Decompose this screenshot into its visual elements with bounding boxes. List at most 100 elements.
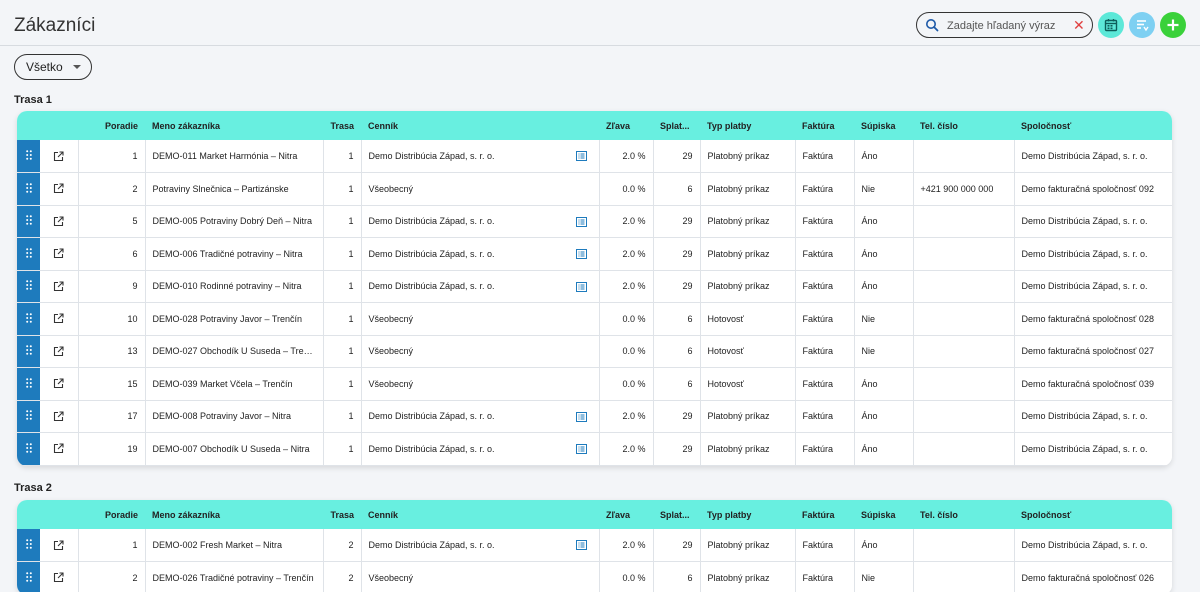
pricelist-detail-icon[interactable] — [575, 216, 587, 227]
column-header-typ-platby[interactable]: Typ platby — [700, 500, 795, 529]
pricelist-detail-icon[interactable] — [575, 411, 587, 422]
column-header-zlava[interactable]: Zľava — [599, 500, 653, 529]
drag-handle[interactable] — [17, 270, 40, 303]
table-row[interactable]: 6 DEMO-006 Tradičné potraviny – Nitra 1 Dem… — [17, 237, 1172, 271]
open-detail-button[interactable] — [40, 335, 79, 368]
open-detail-button[interactable] — [40, 367, 79, 401]
pricelist-detail-icon[interactable] — [575, 249, 587, 259]
table-row[interactable]: 5 DEMO-005 Potraviny Dobrý Deň – Nitra 1 De… — [17, 205, 1172, 238]
cell-supiska: Áno — [854, 237, 914, 271]
cell-cennik: Všeobecný — [361, 561, 600, 592]
open-external-icon — [54, 411, 64, 421]
cell-spolocnost: Demo fakturačná spoločnosť 092 — [1014, 172, 1172, 206]
cell-meno-zakaznika-text: DEMO-027 Obchodík U Suseda – Trenčín — [152, 346, 321, 357]
drag-handle[interactable] — [17, 140, 40, 173]
drag-handle[interactable] — [17, 561, 40, 592]
open-detail-button[interactable] — [40, 400, 79, 433]
open-detail-button[interactable] — [40, 172, 79, 206]
pricelist-detail-icon[interactable] — [575, 151, 587, 161]
open-detail-button[interactable] — [40, 140, 79, 173]
sort-filter-button[interactable] — [1129, 12, 1155, 38]
open-detail-button[interactable] — [40, 529, 79, 562]
drag-handle[interactable] — [17, 172, 40, 206]
column-header-supiska[interactable]: Súpiska — [854, 500, 913, 529]
table-row[interactable]: 19 DEMO-007 Obchodík U Suseda – Nitra 1 Dem… — [17, 432, 1172, 466]
table-row[interactable]: 1 DEMO-002 Fresh Market – Nitra 2 Demo Dist… — [17, 529, 1172, 562]
cell-meno-zakaznika-text: DEMO-039 Market Včela – Trenčín — [152, 378, 293, 389]
column-header-supiska[interactable]: Súpiska — [854, 111, 913, 140]
cell-poradie-text: 5 — [132, 216, 138, 227]
open-detail-button[interactable] — [40, 205, 79, 238]
column-header-faktura[interactable]: Faktúra — [795, 111, 854, 140]
open-detail-button[interactable] — [40, 561, 79, 592]
cell-meno-zakaznika: DEMO-010 Rodinné potraviny – Nitra — [145, 270, 324, 303]
table-row[interactable]: 9 DEMO-010 Rodinné potraviny – Nitra 1 Demo… — [17, 270, 1172, 303]
cell-tel-cislo — [913, 529, 1015, 562]
table-row[interactable]: 10 DEMO-028 Potraviny Javor – Trenčín 1 Vše… — [17, 302, 1172, 336]
cell-faktura-text: Faktúra — [802, 443, 834, 454]
search-input[interactable] — [947, 17, 1065, 34]
table-row[interactable]: 13 DEMO-027 Obchodík U Suseda – Trenčín 1 V… — [17, 335, 1172, 368]
table-row[interactable]: 2 DEMO-026 Tradičné potraviny – Trenčín 2 V… — [17, 561, 1172, 592]
cell-supiska-text: Nie — [861, 572, 876, 583]
cell-zlava-text: 2.0 % — [622, 216, 646, 227]
column-header-spolocnost[interactable]: Spoločnosť — [1014, 500, 1172, 529]
open-external-icon — [54, 313, 64, 324]
column-header-poradie[interactable]: Poradie — [78, 500, 145, 529]
drag-handle[interactable] — [17, 237, 40, 271]
column-header-cennik[interactable]: Cenník — [361, 500, 599, 529]
column-header-poradie[interactable]: Poradie — [78, 111, 145, 140]
cell-spolocnost-text: Demo fakturačná spoločnosť 028 — [1021, 313, 1154, 324]
cell-spolocnost-text: Demo Distribúcia Západ, s. r. o. — [1021, 248, 1148, 259]
column-header-faktura[interactable]: Faktúra — [795, 500, 854, 529]
open-external-icon — [54, 216, 64, 226]
drag-handle[interactable] — [17, 432, 40, 466]
cell-typ-platby-text: Platobný príkaz — [707, 572, 770, 583]
cell-faktura-text: Faktúra — [802, 313, 834, 324]
open-detail-button[interactable] — [40, 237, 79, 271]
drag-handle[interactable] — [17, 335, 40, 368]
clear-icon[interactable]: ✕ — [1073, 17, 1085, 33]
column-header-tel-cislo[interactable]: Tel. číslo — [913, 500, 1014, 529]
cell-meno-zakaznika-text: DEMO-010 Rodinné potraviny – Nitra — [152, 281, 302, 292]
column-header-trasa[interactable]: Trasa — [323, 111, 361, 140]
open-detail-button[interactable] — [40, 302, 79, 336]
cell-meno-zakaznika: Potraviny Slnečnica – Partizánske — [145, 172, 324, 206]
cell-poradie: 6 — [78, 237, 146, 271]
column-header-typ-platby[interactable]: Typ platby — [700, 111, 795, 140]
column-header-zlava[interactable]: Zľava — [599, 111, 653, 140]
add-button[interactable] — [1160, 12, 1186, 38]
cell-spolocnost: Demo fakturačná spoločnosť 026 — [1014, 561, 1172, 592]
drag-handle[interactable] — [17, 400, 40, 433]
open-detail-button[interactable] — [40, 270, 79, 303]
drag-handle[interactable] — [17, 529, 40, 562]
cell-spolocnost: Demo Distribúcia Západ, s. r. o. — [1014, 270, 1172, 303]
cell-typ-platby-text: Platobný príkaz — [707, 183, 770, 194]
cell-zlava-text: 0.0 % — [622, 183, 646, 194]
column-header-splatnost[interactable]: Splat... — [653, 500, 700, 529]
pricelist-detail-icon[interactable] — [575, 540, 587, 550]
column-header-tel-cislo[interactable]: Tel. číslo — [913, 111, 1014, 140]
page-header: Zákazníci ✕ — [0, 0, 1200, 46]
calendar-button[interactable] — [1098, 12, 1124, 38]
pricelist-detail-icon[interactable] — [575, 281, 587, 292]
column-header-spolocnost[interactable]: Spoločnosť — [1014, 111, 1172, 140]
drag-handle[interactable] — [17, 205, 40, 238]
filter-select[interactable]: Všetko — [14, 54, 92, 80]
column-header-meno[interactable]: Meno zákazníka — [145, 500, 323, 529]
drag-handle[interactable] — [17, 367, 40, 401]
table-row[interactable]: 17 DEMO-008 Potraviny Javor – Nitra 1 Demo … — [17, 400, 1172, 433]
drag-handle[interactable] — [17, 302, 40, 336]
pricelist-detail-icon[interactable] — [575, 444, 587, 454]
column-header-meno[interactable]: Meno zákazníka — [145, 111, 323, 140]
search-box[interactable]: ✕ — [916, 12, 1093, 38]
column-header-splatnost[interactable]: Splat... — [653, 111, 700, 140]
table-row[interactable]: 1 DEMO-011 Market Harmónia – Nitra 1 Demo D… — [17, 140, 1172, 173]
cell-trasa: 1 — [323, 432, 362, 466]
column-header-cennik[interactable]: Cenník — [361, 111, 599, 140]
cell-spolocnost-text: Demo Distribúcia Západ, s. r. o. — [1021, 216, 1148, 227]
column-header-trasa[interactable]: Trasa — [323, 500, 361, 529]
open-detail-button[interactable] — [40, 432, 79, 466]
table-row[interactable]: 15 DEMO-039 Market Včela – Trenčín 1 Všeobe… — [17, 367, 1172, 401]
table-row[interactable]: 2 Potraviny Slnečnica – Partizánske 1 Všeob… — [17, 172, 1172, 206]
